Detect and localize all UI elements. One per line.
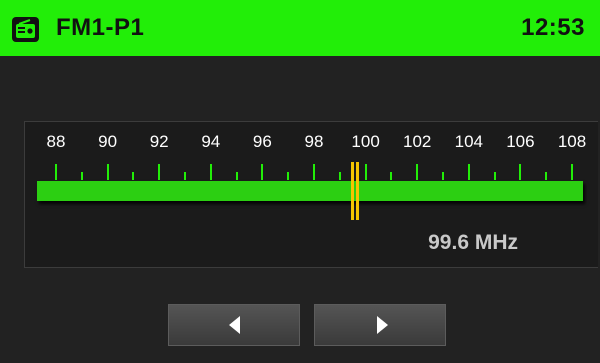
scale-label: 90 <box>98 132 118 151</box>
minor-tick <box>390 172 393 180</box>
major-tick <box>571 164 573 180</box>
scale-label: 106 <box>506 132 535 151</box>
major-tick <box>416 164 419 180</box>
minor-tick <box>338 172 341 180</box>
tuner-panel: 88 90 92 94 96 98 100 102 104 106 108 99.6 MHz <box>24 121 598 268</box>
tuning-needle[interactable] <box>350 162 360 220</box>
scale-label: 104 <box>454 132 483 151</box>
minor-tick <box>235 172 238 180</box>
minor-tick <box>442 172 444 180</box>
major-tick <box>467 164 470 180</box>
minor-tick <box>287 172 290 180</box>
scale-label: 94 <box>201 132 221 151</box>
minor-tick <box>80 172 83 180</box>
major-tick <box>55 164 57 180</box>
major-tick <box>364 164 367 180</box>
scale-label: 100 <box>351 132 380 151</box>
frequency-band-bar[interactable] <box>37 181 583 201</box>
major-tick <box>261 164 264 180</box>
scale-label: 96 <box>252 132 272 151</box>
triangle-right-icon <box>377 316 388 334</box>
frequency-readout: 99.6 MHz <box>428 231 518 254</box>
scale-label: 88 <box>46 132 66 151</box>
major-tick <box>158 164 161 180</box>
minor-tick <box>184 172 186 180</box>
radio-icon <box>12 17 39 42</box>
major-tick <box>519 164 522 180</box>
minor-tick <box>132 172 135 180</box>
major-tick <box>106 164 109 180</box>
seek-back-button[interactable] <box>168 304 300 346</box>
header-bar: FM1-P1 12:53 <box>0 0 600 56</box>
scale-label: 92 <box>149 132 169 151</box>
triangle-left-icon <box>229 316 240 334</box>
major-tick <box>209 164 212 180</box>
frequency-scale: 88 90 92 94 96 98 100 102 104 106 108 <box>25 122 599 162</box>
clock: 12:53 <box>521 14 585 41</box>
seek-forward-button[interactable] <box>314 304 446 346</box>
major-tick <box>313 164 315 180</box>
minor-tick <box>493 172 496 180</box>
station-label: FM1-P1 <box>56 14 145 41</box>
scale-label: 98 <box>304 132 324 151</box>
radio-screen: FM1-P1 12:53 88 90 92 94 96 98 100 102 104 106 108… <box>0 0 600 363</box>
minor-tick <box>545 172 548 180</box>
tick-marks <box>25 160 599 182</box>
scale-label: 108 <box>557 132 587 151</box>
scale-label: 102 <box>403 132 432 151</box>
